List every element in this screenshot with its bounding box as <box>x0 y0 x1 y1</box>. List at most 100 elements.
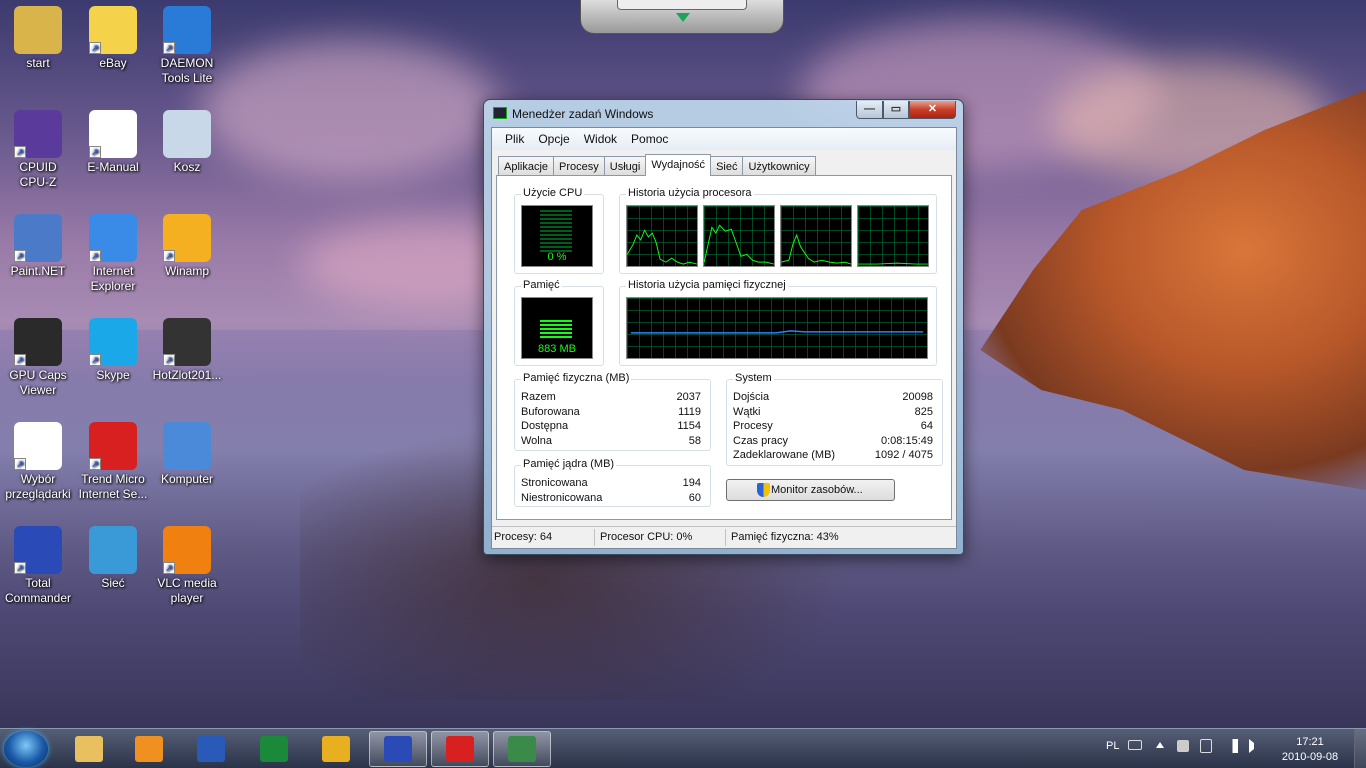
memory-meter: 883 MB <box>521 297 593 359</box>
daemon-tools-icon: ↗ <box>163 6 211 54</box>
title-bar[interactable]: Menedżer zadań Windows — ▭ ✕ <box>484 100 963 126</box>
memory-meter-bars <box>540 320 572 340</box>
keyboard-icon[interactable] <box>1128 740 1142 750</box>
kernel-memory-group: Pamięć jądra (MB) Stronicowana 194 Niestr… <box>514 458 711 507</box>
row-key: Dostępna <box>521 420 569 432</box>
network-signal-icon[interactable] <box>1224 739 1238 753</box>
shortcut-arrow-icon: ↗ <box>14 562 26 574</box>
tab-siec[interactable]: Sieć <box>710 156 744 176</box>
skype-icon: ↗ <box>89 318 137 366</box>
row-value: 1092 / 4075 <box>874 449 933 461</box>
tab-procesy[interactable]: Procesy <box>553 156 605 176</box>
volume-icon[interactable] <box>1249 739 1261 753</box>
taskbar-button-outlook[interactable] <box>307 731 365 767</box>
row-value: 64 <box>920 420 933 432</box>
desktop-icon-gpu-caps[interactable]: ↗ GPU Caps Viewer <box>0 318 76 398</box>
menu-pomoc[interactable]: Pomoc <box>624 132 675 146</box>
desktop-icon-label: Internet Explorer <box>90 264 136 293</box>
taskbar-button-explorer[interactable] <box>60 731 118 767</box>
cpu-meter-bars <box>540 210 572 252</box>
desktop-icon-total-commander[interactable]: ↗ Total Commander <box>0 526 76 606</box>
row-value: 825 <box>914 406 933 418</box>
performance-panel: Użycie CPU 0 % Historia użycia procesora <box>496 175 952 520</box>
taskbar-button-word[interactable] <box>182 731 240 767</box>
desktop-icon-internet-explorer[interactable]: ↗ Internet Explorer <box>75 214 151 294</box>
cpu-usage-group: Użycie CPU 0 % <box>514 187 604 274</box>
recycle-bin-icon <box>163 110 211 158</box>
tab-wydajnosc[interactable]: Wydajność <box>645 154 712 176</box>
close-button[interactable]: ✕ <box>909 101 956 119</box>
taskbar-button-task-manager[interactable] <box>493 731 551 767</box>
desktop-icon-user-folder[interactable]: start <box>0 6 76 71</box>
desktop-icon-ebay[interactable]: ↗ eBay <box>75 6 151 71</box>
row-key: Razem <box>521 391 556 403</box>
desktop-icon-skype[interactable]: ↗ Skype <box>75 318 151 383</box>
desktop-icon-browser-choice[interactable]: ↗ Wybór przeglądarki <box>0 422 76 502</box>
desktop-icon-network[interactable]: Sieć <box>75 526 151 591</box>
minimize-button[interactable]: — <box>856 101 883 119</box>
system-group: System Dojścia 20098 Wątki 825 Procesy 64 C… <box>726 372 943 466</box>
desktop-icon-cpu-z[interactable]: ↗ CPUID CPU-Z <box>0 110 76 190</box>
desktop-icon-recycle-bin[interactable]: Kosz <box>149 110 225 175</box>
resource-monitor-button[interactable]: Monitor zasobów... <box>726 479 895 501</box>
paintnet-icon: ↗ <box>14 214 62 262</box>
language-indicator[interactable]: PL <box>1106 740 1119 752</box>
shortcut-arrow-icon: ↗ <box>163 250 175 262</box>
shortcut-arrow-icon: ↗ <box>163 562 175 574</box>
desktop-icon-label: E-Manual <box>87 160 139 174</box>
desktop-icon-daemon-tools[interactable]: ↗ DAEMON Tools Lite <box>149 6 225 86</box>
desktop-icon-video-file[interactable]: ↗ HotZlot201... <box>149 318 225 383</box>
show-desktop-button[interactable] <box>1354 729 1366 768</box>
desktop-icon-vlc[interactable]: ↗ VLC media player <box>149 526 225 606</box>
shield-icon <box>757 483 770 497</box>
tab-aplikacje[interactable]: Aplikacje <box>498 156 555 176</box>
system-row: Procesy 64 <box>733 420 933 435</box>
taskbar-button-excel[interactable] <box>245 731 303 767</box>
start-button[interactable] <box>4 731 48 767</box>
outlook-icon <box>322 736 350 762</box>
safely-remove-icon[interactable] <box>1200 739 1212 753</box>
tab-uzytkownicy[interactable]: Użytkownicy <box>742 156 816 176</box>
desktop-icon-label: Winamp <box>164 264 209 278</box>
menu-widok[interactable]: Widok <box>577 132 624 146</box>
desktop-icon-paintnet[interactable]: ↗ Paint.NET <box>0 214 76 279</box>
taskbar-button-media-player[interactable] <box>120 731 178 767</box>
taskbar-button-total-commander[interactable] <box>369 731 427 767</box>
computer-icon <box>163 422 211 470</box>
desktop-icon-label: Total Commander <box>4 576 72 605</box>
desktop-icon-pdf-manual[interactable]: ↗ E-Manual <box>75 110 151 175</box>
desktop-icon-computer[interactable]: Komputer <box>149 422 225 487</box>
taskbar-button-trend-micro[interactable] <box>431 731 489 767</box>
shortcut-arrow-icon: ↗ <box>163 42 175 54</box>
menu-plik[interactable]: Plik <box>498 132 531 146</box>
word-icon <box>197 736 225 762</box>
media-player-icon <box>135 736 163 762</box>
desktop-gadget-notch[interactable] <box>580 0 784 34</box>
tab-uslugi[interactable]: Usługi <box>603 156 647 176</box>
maximize-button[interactable]: ▭ <box>883 101 909 119</box>
window-client: Plik Opcje Widok Pomoc Aplikacje Procesy… <box>491 127 957 549</box>
cpu-history-label: Historia użycia procesora <box>626 187 754 199</box>
trend-micro-icon <box>446 736 474 762</box>
status-separator <box>725 529 726 546</box>
expand-arrow-icon[interactable] <box>676 13 690 22</box>
desktop-icon-label: Trend Micro Internet Se... <box>78 472 148 501</box>
memory-history-graph <box>626 297 928 359</box>
row-key: Stronicowana <box>521 477 588 489</box>
desktop-icon-winamp[interactable]: ↗ Winamp <box>149 214 225 279</box>
shortcut-arrow-icon: ↗ <box>14 458 26 470</box>
clock[interactable]: 17:21 2010-09-08 <box>1270 735 1350 765</box>
physical-memory-row: Razem 2037 <box>521 391 701 406</box>
desktop-icon-label: Wybór przeglądarki <box>5 472 71 501</box>
task-manager-window: Menedżer zadań Windows — ▭ ✕ Plik Opcje … <box>483 99 964 555</box>
kernel-memory-row: Niestronicowana 60 <box>521 492 701 507</box>
status-cpu: Procesor CPU: 0% <box>600 531 693 543</box>
shortcut-arrow-icon: ↗ <box>14 354 26 366</box>
action-center-icon[interactable] <box>1177 740 1189 752</box>
menu-opcje[interactable]: Opcje <box>531 132 576 146</box>
total-commander-icon <box>384 736 412 762</box>
notch-inner <box>617 0 747 10</box>
show-hidden-icons-icon[interactable] <box>1156 742 1164 748</box>
clock-time: 17:21 <box>1296 736 1324 748</box>
desktop-icon-trend-micro[interactable]: ↗ Trend Micro Internet Se... <box>75 422 151 502</box>
